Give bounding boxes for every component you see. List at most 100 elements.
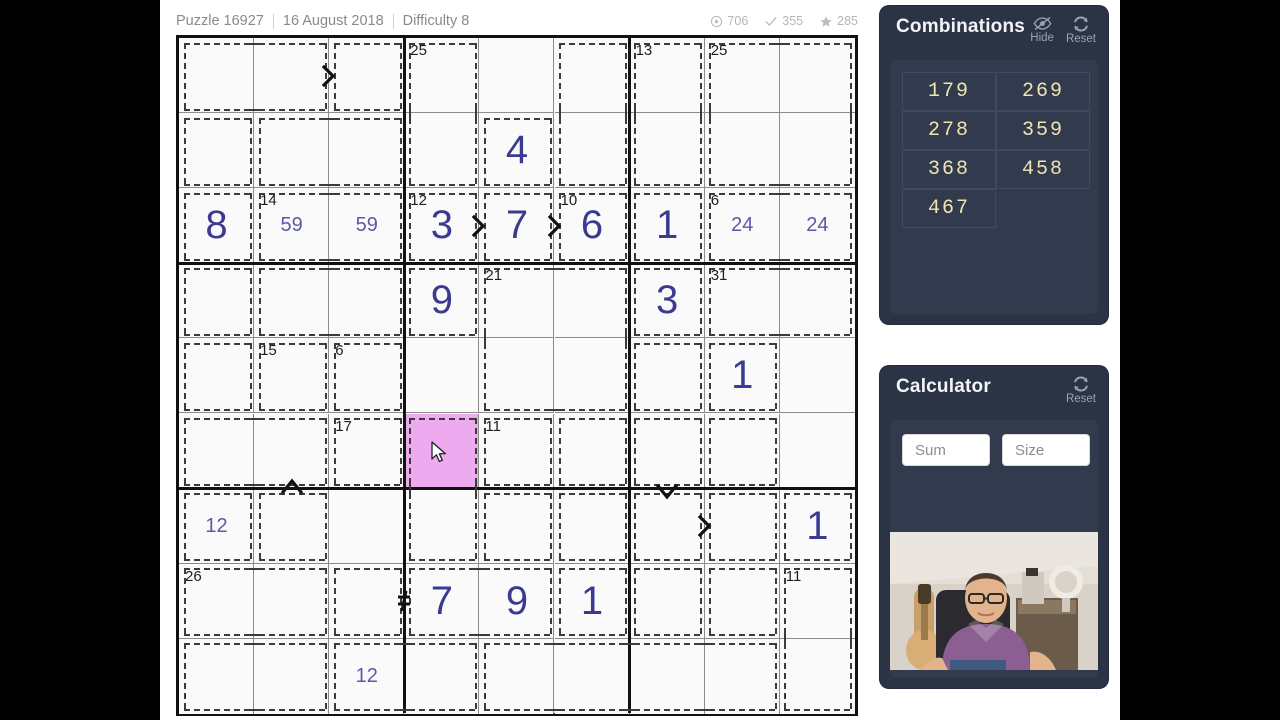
cell-value: 7 [430,578,453,623]
grid-cell[interactable] [404,638,480,714]
grid-cell[interactable] [254,563,330,639]
grid-cell[interactable] [254,38,330,114]
grid-cell[interactable] [704,413,780,489]
grid-cell[interactable] [629,338,705,414]
grid-cells-container[interactable]: 25 13 25 14 12 10 6 21 31 15 6 17 11 26 11 4 8 59 59 3 7 6 1 24… [179,38,855,714]
grid-cell[interactable] [629,563,705,639]
inequality-marker-greater-right [320,63,338,89]
grid-cell[interactable] [704,488,780,564]
cage-sum-label: 25 [410,42,427,59]
cell-candidates: 12 [355,664,378,687]
star-icon [820,15,832,27]
grid-cell[interactable] [479,638,555,714]
hide-label: Hide [1030,32,1054,44]
grid-cell[interactable] [479,488,555,564]
grid-cell[interactable] [254,263,330,339]
mouse-cursor [431,440,448,470]
grid-cell[interactable] [329,488,405,564]
reset-calculator-button[interactable]: Reset [1066,376,1096,406]
grid-cell[interactable] [329,113,405,189]
grid-cell[interactable] [704,113,780,189]
reset-combinations-button[interactable]: Reset [1066,16,1096,46]
cell-value: 1 [731,353,754,398]
grid-cell[interactable] [629,638,705,714]
grid-cell[interactable] [329,563,405,639]
combinations-list[interactable]: 179 269 278 359 368 458 467 [902,72,1090,228]
grid-cell[interactable] [179,338,255,414]
cage-sum-label: 10 [560,192,578,210]
puzzle-stats: 706 355 285 [710,14,858,28]
grid-cell[interactable] [479,338,555,414]
grid-cell[interactable] [554,413,630,489]
combination-tile[interactable]: 359 [996,111,1090,150]
puzzle-header: Puzzle 16927 16 August 2018 Difficulty 8… [176,8,858,34]
grid-cell[interactable] [554,488,630,564]
killer-sudoku-grid[interactable]: 25 13 25 14 12 10 6 21 31 15 6 17 11 26 11 4 8 59 59 3 7 6 1 24… [176,35,858,716]
grid-cell[interactable] [554,263,630,339]
meta-divider [272,13,274,29]
grid-cell[interactable] [179,263,255,339]
cell-value: 9 [505,578,529,623]
size-input[interactable]: Size [1002,434,1090,466]
combination-tile[interactable]: 458 [996,150,1090,189]
grid-cell[interactable] [629,113,705,189]
puzzle-difficulty: Difficulty 8 [402,13,470,29]
calculator-title: Calculator [896,376,991,397]
grid-cell[interactable] [779,413,855,489]
grid-cell[interactable] [329,38,405,114]
grid-cell[interactable] [179,638,255,714]
puzzle-meta: Puzzle 16927 16 August 2018 Difficulty 8 [176,13,469,29]
grid-cell[interactable] [404,338,480,414]
grid-cell[interactable] [479,38,555,114]
cage-sum-label: 6 [710,192,720,210]
grid-cell[interactable] [704,563,780,639]
grid-cell[interactable] [404,113,480,189]
cell-value: 1 [580,578,604,623]
hide-combinations-button[interactable]: Hide [1030,16,1054,46]
cage-sum-label: 6 [335,342,344,360]
grid-cell[interactable] [179,413,255,489]
grid-cell[interactable] [554,113,630,189]
cell-value: 3 [656,278,679,323]
combinations-panel: Combinations Hide Reset 179 269 278 359 … [880,6,1108,324]
combination-tile[interactable]: 179 [902,72,996,111]
refresh-icon [1074,376,1088,392]
grid-cell[interactable] [779,113,855,189]
grid-cell[interactable] [704,638,780,714]
refresh-icon [1074,16,1088,32]
grid-cell[interactable] [254,638,330,714]
app-root: Puzzle 16927 16 August 2018 Difficulty 8… [0,0,1280,720]
grid-cell[interactable] [629,413,705,489]
combination-tile[interactable]: 278 [902,111,996,150]
grid-cell[interactable] [779,638,855,714]
grid-cell[interactable] [329,263,405,339]
grid-cell[interactable] [554,38,630,114]
grid-cell[interactable] [779,38,855,114]
combination-tile[interactable]: 368 [902,150,996,189]
grid-cell[interactable] [779,263,855,339]
puzzle-date: 16 August 2018 [282,13,384,29]
grid-cell[interactable] [254,113,330,189]
grid-cell[interactable] [554,638,630,714]
stat-solves-value: 355 [782,14,804,28]
calculator-panel: Calculator Reset Sum Size [880,366,1108,688]
combinations-title: Combinations [896,16,1026,37]
cell-value: 1 [656,203,679,248]
meta-divider [392,13,394,29]
inequality-marker-greater-right [470,213,488,239]
calculator-header: Calculator Reset [880,366,1108,424]
stat-plays-value: 706 [727,14,749,28]
webcam-frame [890,532,1098,670]
sum-input[interactable]: Sum [902,434,990,466]
grid-cell[interactable] [554,338,630,414]
combination-tile[interactable]: 467 [902,189,996,228]
inequality-marker-less-up [279,476,305,496]
stat-solves: 355 [764,14,803,28]
grid-cell[interactable] [179,113,255,189]
combination-tile[interactable]: 269 [996,72,1090,111]
grid-cell[interactable] [254,488,330,564]
grid-cell[interactable] [779,338,855,414]
grid-cell[interactable] [179,38,255,114]
grid-cell[interactable] [404,488,480,564]
check-icon [765,16,777,26]
